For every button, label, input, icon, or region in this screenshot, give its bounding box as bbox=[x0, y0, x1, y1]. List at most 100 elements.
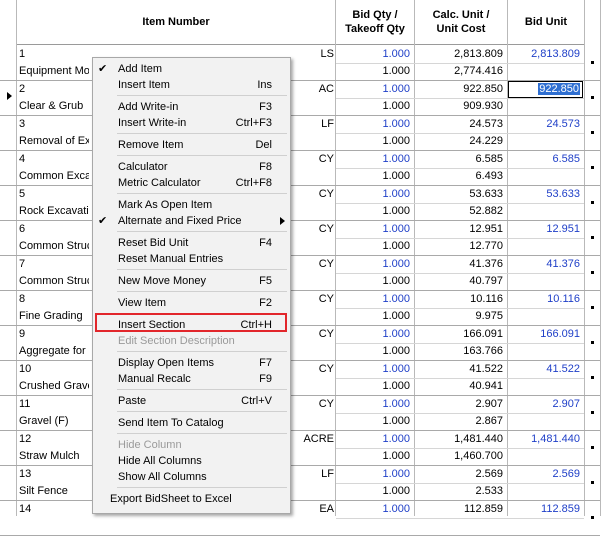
menu-item-label: Edit Section Description bbox=[118, 335, 235, 347]
menu-item-insert-write-in[interactable]: Insert Write-in Ctrl+F3 bbox=[93, 115, 290, 131]
menu-item-metric-calculator[interactable]: Metric Calculator Ctrl+F8 bbox=[93, 175, 290, 191]
menu-item-label: Mark As Open Item bbox=[118, 199, 213, 211]
menu-separator bbox=[117, 351, 287, 352]
item-number: 13 bbox=[19, 468, 32, 480]
bid-unit-value-selected[interactable]: 922.850 bbox=[508, 81, 584, 98]
bid-unit[interactable]: 41.522 bbox=[508, 361, 584, 378]
menu-separator bbox=[117, 155, 287, 156]
menu-item-reset-bid-unit[interactable]: Reset Bid Unit F4 bbox=[93, 235, 290, 251]
unit-of-measure: LF bbox=[321, 118, 334, 130]
menu-item-edit-section-description: Edit Section Description bbox=[93, 333, 290, 349]
menu-item-calculator[interactable]: Calculator F8 bbox=[93, 159, 290, 175]
menu-item-shortcut: Del bbox=[255, 139, 272, 151]
item-description: Fine Grading bbox=[19, 310, 83, 322]
calc-unit: 1,481.440 bbox=[454, 433, 503, 445]
bid-qty[interactable]: 1.000 bbox=[336, 501, 414, 518]
menu-item-new-move-money[interactable]: New Move Money F5 bbox=[93, 273, 290, 289]
takeoff-qty: 1.000 bbox=[382, 275, 410, 287]
menu-item-add-write-in[interactable]: Add Write-in F3 bbox=[93, 99, 290, 115]
unit-cost bbox=[415, 518, 507, 535]
item-description: Silt Fence bbox=[19, 485, 68, 497]
bid-qty[interactable]: 1.000 bbox=[336, 81, 414, 98]
bid-qty[interactable]: 1.000 bbox=[336, 46, 414, 63]
bid-qty[interactable]: 1.000 bbox=[336, 151, 414, 168]
item-description bbox=[19, 518, 89, 535]
submenu-arrow-icon bbox=[280, 217, 285, 225]
menu-item-manual-recalc[interactable]: Manual Recalc F9 bbox=[93, 371, 290, 387]
bid-unit[interactable]: 112.859 bbox=[508, 501, 584, 518]
bid-unit[interactable]: 24.573 bbox=[508, 116, 584, 133]
item-number: 11 bbox=[19, 398, 31, 410]
menu-item-label: Remove Item bbox=[118, 139, 184, 151]
bid-qty[interactable]: 1.000 bbox=[336, 186, 414, 203]
bid-unit[interactable]: 41.376 bbox=[508, 256, 584, 273]
row-marker-icon bbox=[591, 166, 594, 169]
header-bid-qty-label: Bid Qty / bbox=[352, 9, 398, 21]
menu-item-view-item[interactable]: View Item F2 bbox=[93, 295, 290, 311]
header-bid-unit[interactable]: Bid Unit bbox=[508, 0, 584, 45]
menu-separator bbox=[117, 291, 287, 292]
bid-unit[interactable]: 53.633 bbox=[508, 186, 584, 203]
bid-qty[interactable]: 1.000 bbox=[336, 396, 414, 413]
bid-unit[interactable]: 2,813.809 bbox=[508, 46, 584, 63]
unit-of-measure: CY bbox=[318, 363, 334, 375]
unit-cost: 163.766 bbox=[463, 345, 503, 357]
unit-of-measure: CY bbox=[318, 398, 334, 410]
takeoff-qty: 1.000 bbox=[382, 415, 410, 427]
menu-item-send-item-to-catalog[interactable]: Send Item To Catalog bbox=[93, 415, 290, 431]
bid-qty[interactable]: 1.000 bbox=[336, 326, 414, 343]
bid-qty[interactable]: 1.000 bbox=[336, 256, 414, 273]
item-description: Removal of Exi bbox=[19, 135, 89, 147]
bid-unit[interactable]: 2.907 bbox=[508, 396, 584, 413]
unit-cost: 12.770 bbox=[469, 240, 503, 252]
unit-cost: 2.533 bbox=[475, 485, 503, 497]
header-item-number[interactable]: Item Number bbox=[17, 0, 335, 45]
unit-cost: 9.975 bbox=[475, 310, 503, 322]
item-number: 5 bbox=[19, 188, 26, 200]
bid-unit[interactable]: 2.569 bbox=[508, 466, 584, 483]
calc-unit: 2,813.809 bbox=[454, 48, 503, 60]
row-marker-icon bbox=[591, 306, 594, 309]
menu-item-mark-as-open-item[interactable]: Mark As Open Item bbox=[93, 197, 290, 213]
calc-unit: 6.585 bbox=[475, 153, 503, 165]
menu-separator bbox=[117, 193, 287, 194]
unit-cost: 24.229 bbox=[469, 135, 503, 147]
selected-text: 922.850 bbox=[538, 83, 580, 95]
bid-qty[interactable]: 1.000 bbox=[336, 291, 414, 308]
menu-item-add-item[interactable]: ✔ Add Item bbox=[93, 61, 290, 77]
menu-item-show-all-columns[interactable]: Show All Columns bbox=[93, 469, 290, 485]
bid-qty[interactable]: 1.000 bbox=[336, 361, 414, 378]
bid-unit[interactable]: 6.585 bbox=[508, 151, 584, 168]
menu-item-reset-manual-entries[interactable]: Reset Manual Entries bbox=[93, 251, 290, 267]
bid-qty[interactable]: 1.000 bbox=[336, 116, 414, 133]
menu-separator bbox=[117, 487, 287, 488]
bid-qty[interactable]: 1.000 bbox=[336, 466, 414, 483]
takeoff-qty: 1.000 bbox=[382, 170, 410, 182]
menu-item-label: Hide All Columns bbox=[118, 455, 202, 467]
bid-unit[interactable]: 166.091 bbox=[508, 326, 584, 343]
header-calc-unit[interactable]: Calc. Unit / Unit Cost bbox=[415, 0, 507, 45]
bid-unit[interactable]: 12.951 bbox=[508, 221, 584, 238]
menu-item-paste[interactable]: Paste Ctrl+V bbox=[93, 393, 290, 409]
menu-item-insert-item[interactable]: Insert Item Ins bbox=[93, 77, 290, 93]
menu-separator bbox=[117, 269, 287, 270]
menu-item-hide-all-columns[interactable]: Hide All Columns bbox=[93, 453, 290, 469]
menu-item-alternate-and-fixed-price[interactable]: ✔ Alternate and Fixed Price bbox=[93, 213, 290, 229]
menu-item-label: Reset Bid Unit bbox=[118, 237, 189, 249]
bid-unit[interactable]: 10.116 bbox=[508, 291, 584, 308]
menu-item-remove-item[interactable]: Remove Item Del bbox=[93, 137, 290, 153]
unit-of-measure: CY bbox=[318, 223, 334, 235]
menu-item-display-open-items[interactable]: Display Open Items F7 bbox=[93, 355, 290, 371]
bid-qty[interactable]: 1.000 bbox=[336, 431, 414, 448]
header-bid-qty[interactable]: Bid Qty / Takeoff Qty bbox=[336, 0, 414, 45]
menu-item-export-bidsheet-to-excel[interactable]: Export BidSheet to Excel bbox=[93, 491, 290, 507]
takeoff-qty: 1.000 bbox=[382, 345, 410, 357]
menu-item-shortcut: F9 bbox=[259, 373, 272, 385]
item-description: Gravel (F) bbox=[19, 415, 69, 427]
menu-separator bbox=[117, 95, 287, 96]
unit-cost: 40.941 bbox=[469, 380, 503, 392]
bid-qty[interactable]: 1.000 bbox=[336, 221, 414, 238]
current-row-arrow-icon bbox=[7, 92, 12, 100]
bid-unit[interactable]: 1,481.440 bbox=[508, 431, 584, 448]
row-marker-icon bbox=[591, 411, 594, 414]
